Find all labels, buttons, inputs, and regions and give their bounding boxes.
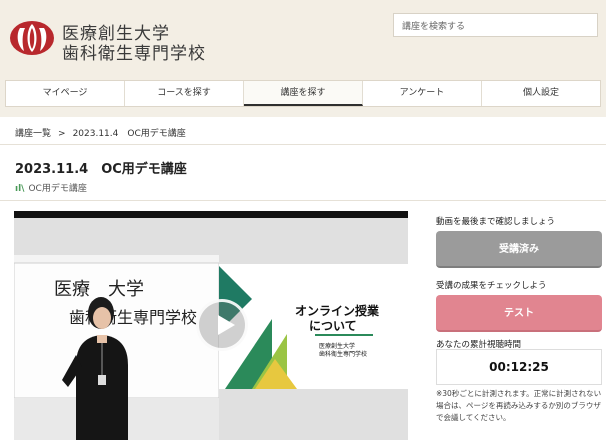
nav-settings[interactable]: 個人設定 [482, 81, 600, 106]
page-title: 2023.11.4 OC用デモ講座 [15, 162, 187, 177]
breadcrumb: 講座一覧 >2023.11.4 OC用デモ講座 [15, 126, 186, 139]
breadcrumb-root-link[interactable]: 講座一覧 [15, 129, 51, 139]
video-top-bar [14, 211, 408, 218]
nav-find-lecture[interactable]: 講座を探す [244, 81, 363, 106]
school-logo-icon[interactable] [8, 16, 56, 56]
whiteboard-text-line1: 医療 大学 [54, 279, 144, 300]
bars-icon: ıl\ [15, 184, 25, 194]
completed-button[interactable]: 受講済み [436, 231, 602, 268]
breadcrumb-current: 2023.11.4 OC用デモ講座 [72, 129, 186, 139]
play-button[interactable] [196, 299, 248, 351]
search-input[interactable]: 講座を検索する [393, 13, 598, 37]
measurement-note: ※30秒ごとに計測されます。正常に計測されない場合は、ページを再読み込みするか別… [436, 389, 602, 422]
nav-survey[interactable]: アンケート [363, 81, 482, 106]
check-prompt: 受講の成果をチェックしよう [436, 281, 547, 291]
breadcrumb-separator: > [58, 129, 66, 139]
divider [0, 144, 606, 145]
lecturer-image: 医療 大学 歯科衛生専門学校 [14, 255, 219, 440]
divider [0, 200, 606, 201]
school-name-line2: 歯科衛生専門学校 [62, 44, 206, 64]
slide-title-line2: について [309, 319, 357, 333]
nav-mypage[interactable]: マイページ [6, 81, 125, 106]
site-header: 医療創生大学 歯科衛生専門学校 講座を検索する [0, 0, 606, 80]
slide-school-line2: 歯科衛生専門学校 [319, 351, 368, 358]
slide-underline [315, 334, 373, 336]
lecture-subtitle: ıl\ OC用デモ講座 [15, 181, 87, 194]
lecture-subtitle-text: OC用デモ講座 [28, 184, 87, 194]
main-nav: マイページ コースを探す 講座を探す アンケート 個人設定 [5, 80, 601, 107]
viewing-time-value: 00:12:25 [436, 349, 602, 385]
test-button[interactable]: テスト [436, 295, 602, 332]
nav-find-course[interactable]: コースを探す [125, 81, 244, 106]
video-player[interactable]: オンライン授業 について 医療創生大学 歯科衛生専門学校 医療 大学 歯科衛生専… [14, 211, 408, 440]
watch-prompt: 動画を最後まで確認しましょう [436, 217, 556, 227]
